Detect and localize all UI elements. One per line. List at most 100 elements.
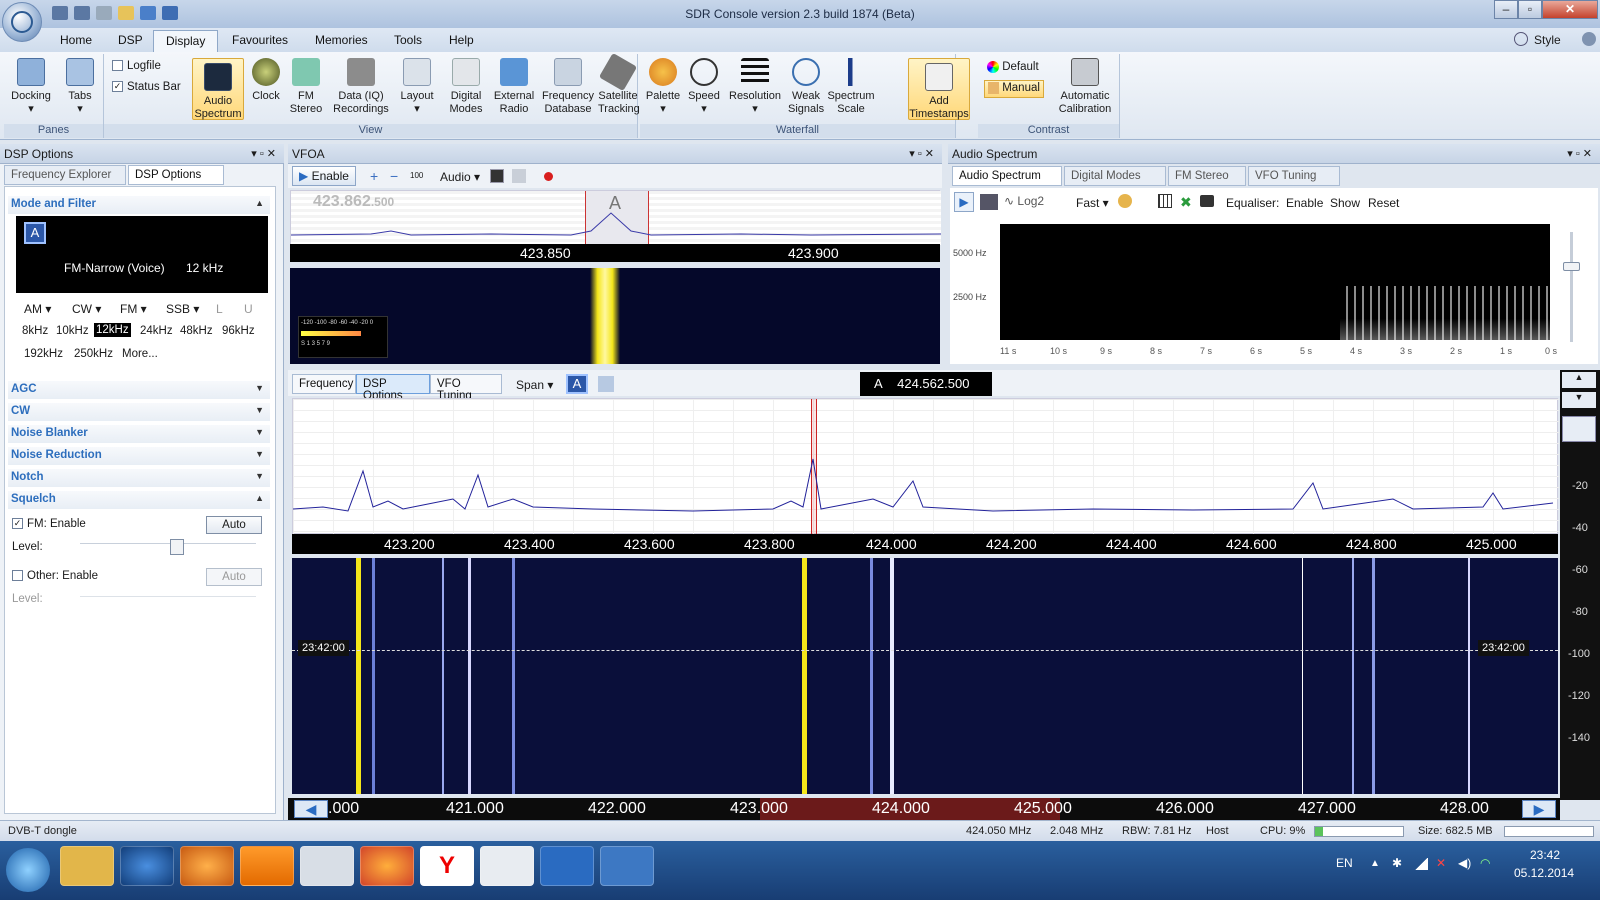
band-scroller[interactable]: .000 421.000 422.000 423.000 424.000 425… xyxy=(288,798,1560,820)
satellite-tracking-button[interactable]: Satellite Tracking xyxy=(598,52,640,116)
other-level-slider[interactable] xyxy=(80,596,256,606)
audio-spectrogram[interactable] xyxy=(1000,224,1550,340)
clock-date[interactable]: 05.12.2014 xyxy=(1514,866,1574,880)
zoom-out-icon[interactable]: − xyxy=(390,168,398,184)
network-tool-icon[interactable] xyxy=(598,376,614,392)
audio-panel-controls[interactable]: ▾ ▫ ✕ xyxy=(1567,147,1592,160)
notch-header[interactable]: Notch ▼ xyxy=(8,469,270,487)
filter-48khz[interactable]: 48kHz xyxy=(180,325,213,337)
resolution-button[interactable]: Resolution ▾ xyxy=(724,58,786,116)
logfile-checkbox[interactable]: Logfile xyxy=(112,60,161,72)
maximize-button[interactable]: ▫ xyxy=(1518,0,1542,19)
calculator-icon[interactable] xyxy=(300,846,354,886)
contrast-manual-button[interactable]: Manual xyxy=(984,80,1044,98)
vlc-icon[interactable] xyxy=(240,846,294,886)
explorer-icon[interactable] xyxy=(60,846,114,886)
vfoa-panel-controls[interactable]: ▾ ▫ ✕ xyxy=(909,147,934,160)
status-bar-checkbox[interactable]: ✓ Status Bar xyxy=(112,81,181,93)
sdr-console-icon[interactable] xyxy=(600,846,654,886)
tab-main-dsp-options[interactable]: DSP Options xyxy=(356,374,430,402)
tab-dsp-options[interactable]: DSP Options xyxy=(128,165,224,185)
main-spectrum[interactable] xyxy=(292,398,1559,535)
filter-250khz[interactable]: 250kHz xyxy=(74,348,113,360)
filter-192khz[interactable]: 192kHz xyxy=(24,348,63,360)
audio-gain-thumb[interactable] xyxy=(1563,262,1580,271)
audio-log2-toggle[interactable]: ∿ Log2 xyxy=(1004,194,1044,208)
equaliser-show-button[interactable]: Show xyxy=(1330,196,1360,210)
tab-dsp[interactable]: DSP xyxy=(118,33,143,51)
main-waterfall[interactable]: 23:42:00 23:42:00 xyxy=(292,558,1558,794)
filter-12khz[interactable]: 12kHz xyxy=(94,323,131,337)
tab-help[interactable]: Help xyxy=(449,33,474,51)
tab-tools[interactable]: Tools xyxy=(394,33,422,51)
camera-icon[interactable] xyxy=(1200,195,1214,207)
fm-level-thumb[interactable] xyxy=(170,539,184,555)
browser-icon[interactable] xyxy=(120,846,174,886)
mode-ssb-button[interactable]: SSB ▾ xyxy=(166,302,199,316)
grid-icon[interactable] xyxy=(1158,194,1172,208)
yandex-icon[interactable]: Y xyxy=(420,846,474,886)
cw-header[interactable]: CW ▼ xyxy=(8,403,270,421)
tab-favourites[interactable]: Favourites xyxy=(232,33,288,51)
mode-fm-button[interactable]: FM ▾ xyxy=(120,302,147,316)
media-player-icon[interactable] xyxy=(180,846,234,886)
audio-spectrum-button[interactable]: Audio Spectrum xyxy=(192,58,244,120)
tab-vfo-tuning[interactable]: VFO Tuning xyxy=(1248,166,1340,186)
fm-stereo-button[interactable]: FM Stereo xyxy=(286,58,326,116)
audio-mode-icon[interactable] xyxy=(980,194,998,210)
cross-icon[interactable]: ✖ xyxy=(1180,194,1192,211)
mode-and-filter-header[interactable]: Mode and Filter ▲ xyxy=(8,196,270,214)
tab-display[interactable]: Display xyxy=(153,30,219,52)
mode-am-button[interactable]: AM ▾ xyxy=(24,302,51,316)
fm-enable-checkbox[interactable]: ✓ FM: Enable xyxy=(12,518,86,530)
audio-speed-dropdown[interactable]: Fast ▾ xyxy=(1076,196,1109,210)
noise-blanker-header[interactable]: Noise Blanker ▼ xyxy=(8,425,270,443)
filter-10khz[interactable]: 10kHz xyxy=(56,325,89,337)
language-indicator[interactable]: EN xyxy=(1336,856,1353,870)
firefox-icon[interactable] xyxy=(360,846,414,886)
tab-fm-stereo[interactable]: FM Stereo xyxy=(1168,166,1246,186)
bluetooth-icon[interactable]: ✱ xyxy=(1392,856,1402,870)
vfo-a-badge[interactable]: A xyxy=(566,374,588,394)
digital-modes-button[interactable]: Digital Modes xyxy=(444,58,488,116)
tab-digital-modes[interactable]: Digital Modes xyxy=(1064,166,1166,186)
scale-mode-icon[interactable] xyxy=(1562,416,1596,442)
signal-icon[interactable] xyxy=(1414,858,1428,870)
style-menu[interactable]: Style xyxy=(1534,33,1561,47)
sdr-spectrum-icon[interactable] xyxy=(540,846,594,886)
fm-auto-button[interactable]: Auto xyxy=(206,516,262,534)
start-button[interactable] xyxy=(6,848,50,892)
clock-time[interactable]: 23:42 xyxy=(1530,848,1560,862)
weak-signals-button[interactable]: Weak Signals xyxy=(788,58,824,116)
mode-cw-button[interactable]: CW ▾ xyxy=(72,302,101,316)
panel-close-icon[interactable]: ▾ ▫ ✕ xyxy=(251,147,276,160)
filter-more[interactable]: More... xyxy=(122,348,158,360)
squelch-header[interactable]: Squelch ▲ xyxy=(8,491,270,509)
zoom-in-icon[interactable]: + xyxy=(370,168,378,184)
speed-button[interactable]: Speed ▾ xyxy=(686,58,722,116)
speaker-icon[interactable] xyxy=(490,169,504,183)
tab-frequency[interactable]: Frequency xyxy=(292,374,356,394)
record-icon[interactable] xyxy=(544,172,553,181)
equaliser-enable-button[interactable]: Enable xyxy=(1286,196,1323,210)
scroll-right-button[interactable]: ▶ xyxy=(1522,800,1556,818)
mode-u-button[interactable]: U xyxy=(244,302,253,316)
application-orb-button[interactable] xyxy=(2,2,42,42)
equaliser-reset-button[interactable]: Reset xyxy=(1368,196,1399,210)
fm-level-slider[interactable] xyxy=(80,543,256,553)
tabs-button[interactable]: Tabs ▾ xyxy=(58,58,102,116)
tab-main-vfo-tuning[interactable]: VFO Tuning xyxy=(430,374,502,402)
vfo-enable-button[interactable]: ▶ Enable xyxy=(292,166,356,186)
document-icon[interactable] xyxy=(480,846,534,886)
transmit-icon[interactable] xyxy=(512,169,526,183)
audio-palette-icon[interactable] xyxy=(1118,194,1132,208)
tab-memories[interactable]: Memories xyxy=(315,33,368,51)
network-error-icon[interactable]: ✕ xyxy=(1436,856,1446,870)
tray-expand-icon[interactable]: ▲ xyxy=(1370,858,1380,869)
palette-button[interactable]: Palette ▾ xyxy=(642,58,684,116)
wifi-icon[interactable]: ◠ xyxy=(1480,856,1490,870)
tab-audio-spectrum[interactable]: Audio Spectrum xyxy=(952,166,1062,186)
tab-frequency-explorer[interactable]: Frequency Explorer xyxy=(4,165,126,185)
volume-icon[interactable]: ◀) xyxy=(1458,856,1471,870)
contrast-default-button[interactable]: Default xyxy=(984,60,1042,77)
